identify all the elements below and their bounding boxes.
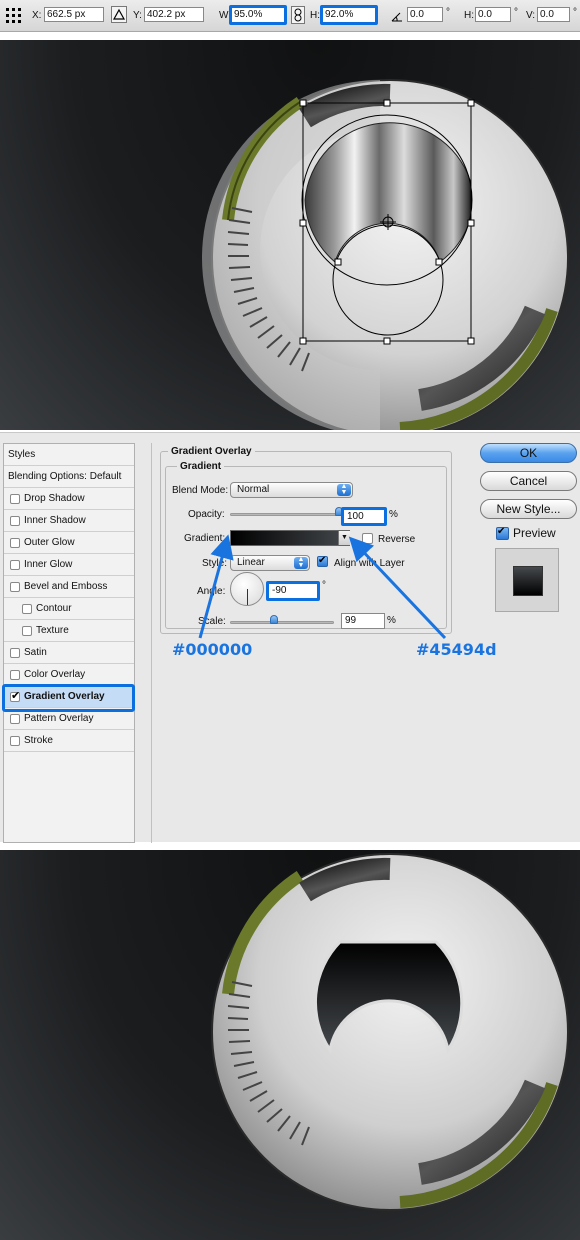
width-percent-field[interactable]: 95.0% [229, 5, 287, 25]
style-item-label: Pattern Overlay [24, 713, 94, 724]
vskew-unit: ° [573, 7, 577, 18]
rotate-field[interactable]: 0.0 [407, 7, 443, 22]
x-label: X: [32, 10, 42, 21]
rotate-angle-icon [391, 10, 403, 22]
rotate-unit: ° [446, 7, 450, 18]
selected-style-highlight [2, 684, 135, 712]
link-icon[interactable] [291, 6, 305, 24]
arrow-to-end-stop [348, 536, 447, 640]
x-field[interactable]: 662.5 px [44, 7, 104, 22]
height-percent-field[interactable]: 92.0% [320, 5, 378, 25]
vskew-field[interactable]: 0.0 [537, 7, 570, 22]
vskew-label: V: [526, 10, 536, 21]
layer-style-dialog: Styles Blending Options: Default Drop Sh… [0, 432, 580, 843]
reference-point-icon[interactable] [6, 8, 22, 24]
options-bar: X: 662.5 px Y: 402.2 px W: 95.0% H: 92.0… [0, 0, 580, 32]
y-label: Y: [133, 10, 142, 21]
canvas-transform-view[interactable] [0, 40, 580, 430]
badge-artwork-result [211, 853, 569, 1211]
arrow-to-start-stop [198, 534, 234, 639]
callout-start-color: #000000 [172, 640, 253, 659]
style-item-stroke[interactable]: Stroke [4, 730, 134, 752]
callout-end-color: #45494d [416, 640, 497, 659]
style-item-label: Stroke [24, 735, 53, 746]
callout-arrows [198, 534, 447, 640]
style-item-checkbox[interactable] [10, 714, 20, 724]
h-label: H: [310, 10, 320, 21]
relative-position-icon[interactable] [111, 6, 127, 23]
badge-artwork-transform [202, 79, 569, 430]
y-field[interactable]: 402.2 px [144, 7, 204, 22]
hskew-field[interactable]: 0.0 [475, 7, 511, 22]
canvas-result-view[interactable] [0, 850, 580, 1240]
style-item-checkbox[interactable] [10, 736, 20, 746]
hskew-label: H: [464, 10, 474, 21]
hskew-unit: ° [514, 7, 518, 18]
